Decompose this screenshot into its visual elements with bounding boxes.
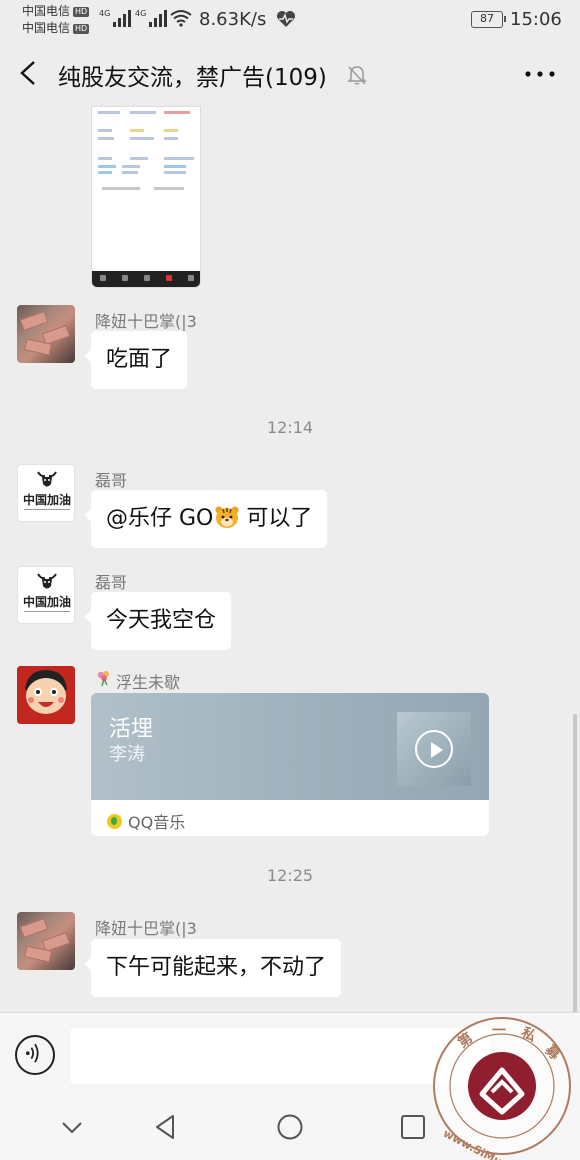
sender-name: 降妞十巴掌(|3 — [95, 312, 197, 331]
screenshot-tabbar — [92, 271, 200, 287]
chat-timestamp: 12:14 — [266, 418, 314, 437]
signal-icon: 4G — [99, 9, 132, 27]
sender-name: 浮生未歇 — [116, 673, 181, 692]
carrier-2: 中国电信 — [22, 21, 71, 35]
status-time: 15:06 — [510, 9, 562, 30]
qq-music-icon — [107, 813, 122, 829]
cartoon-face-icon — [17, 666, 75, 724]
music-share-card[interactable]: 活埋 李涛 QQ音乐 — [91, 693, 489, 836]
nav-back-icon[interactable] — [151, 1112, 181, 1142]
sender-name: 降妞十巴掌(|3 — [95, 919, 197, 938]
avatar[interactable] — [17, 305, 75, 363]
message-bubble[interactable]: 下午可能起来，不动了 — [83, 939, 342, 997]
avatar[interactable]: 中国加油 — [17, 464, 75, 522]
message-bubble[interactable]: 吃面了 — [83, 331, 188, 389]
signal-icon: 4G — [135, 9, 168, 27]
more-options-icon[interactable] — [522, 70, 558, 78]
wifi-icon — [170, 10, 192, 27]
hd-badge: HD — [73, 6, 90, 17]
battery-indicator: 87 — [471, 11, 506, 28]
chat-title: 纯股友交流，禁广告(109) — [58, 65, 327, 91]
flower-emoji-icon — [97, 671, 109, 687]
ox-logo-icon — [37, 471, 57, 487]
watermark-seal: 第 一 私 募 www.SiMu001.cn — [430, 1014, 574, 1160]
carrier-1: 中国电信 — [22, 4, 71, 18]
back-arrow-icon[interactable] — [14, 58, 44, 88]
hide-keyboard-icon[interactable] — [57, 1112, 87, 1142]
voice-icon — [26, 1043, 39, 1063]
watermark-char: 一 — [492, 1023, 506, 1039]
status-bar: 中国电信 HD 中国电信 HD 4G 4G 8.63K/s 87 15:06 — [0, 0, 580, 42]
avatar[interactable]: 中国加油 — [17, 566, 75, 624]
song-title: 活埋 — [109, 717, 154, 742]
message-bubble[interactable]: 今天我空仓 — [83, 592, 232, 650]
image-message[interactable] — [91, 106, 201, 288]
music-source: QQ音乐 — [107, 809, 185, 833]
mute-bell-icon — [347, 66, 367, 85]
chat-timestamp: 12:25 — [266, 866, 314, 885]
avatar[interactable] — [17, 912, 75, 970]
nav-home-icon[interactable] — [275, 1112, 305, 1142]
scrollbar[interactable] — [573, 714, 577, 1012]
album-cover — [397, 712, 471, 786]
voice-input-button[interactable] — [15, 1035, 55, 1075]
sender-name: 磊哥 — [95, 471, 128, 490]
message-input[interactable] — [70, 1028, 490, 1084]
chat-header: 纯股友交流，禁广告(109) — [0, 42, 580, 106]
health-heart-icon — [277, 11, 295, 27]
message-text: @乐仔 GO — [106, 506, 214, 531]
tiger-emoji-icon — [215, 506, 239, 528]
nav-recents-icon[interactable] — [398, 1112, 428, 1142]
music-source-label: QQ音乐 — [128, 813, 186, 832]
avatar[interactable] — [17, 666, 75, 724]
message-bubble[interactable]: @乐仔 GO 可以了 — [83, 490, 328, 548]
chat-area[interactable]: 降妞十巴掌(|3 吃面了 12:14 中国加油 磊哥 @乐仔 GO 可以了 中国… — [0, 106, 580, 1012]
carrier-info: 中国电信 HD 中国电信 HD — [22, 3, 90, 37]
hd-badge: HD — [73, 23, 90, 34]
message-text: 可以了 — [246, 506, 313, 531]
play-icon[interactable] — [415, 730, 453, 768]
song-artist: 李涛 — [109, 744, 145, 765]
ox-logo-icon — [37, 573, 57, 589]
sender-name: 磊哥 — [95, 573, 128, 592]
network-speed: 8.63K/s — [199, 9, 267, 30]
